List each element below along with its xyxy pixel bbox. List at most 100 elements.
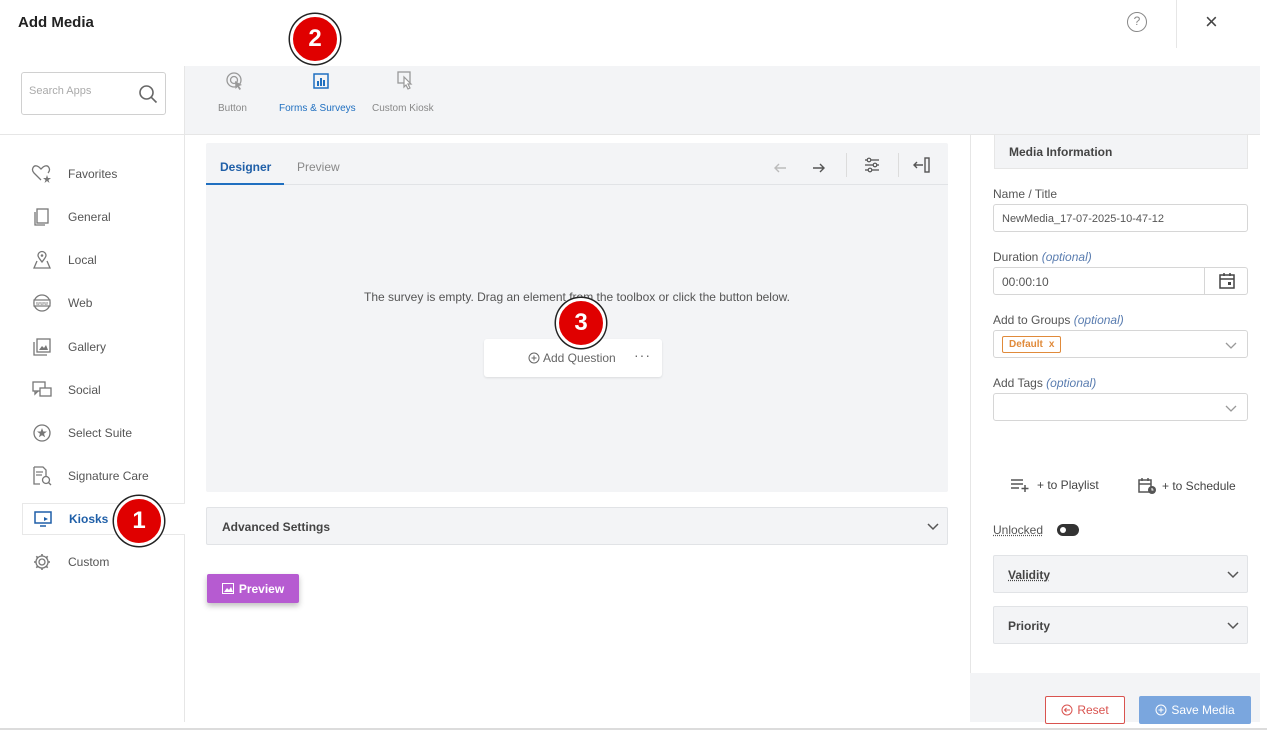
toolbar-separator — [846, 153, 847, 177]
media-information-header: Media Information — [994, 135, 1248, 169]
undo-icon[interactable] — [770, 155, 790, 175]
svg-text:www: www — [36, 301, 48, 307]
document-search-icon — [30, 464, 54, 488]
sidebar-item-label: Custom — [68, 555, 110, 569]
image-icon — [221, 583, 234, 594]
sidebar-item-label: Social — [68, 383, 101, 397]
duration-field[interactable]: 00:00:10 — [993, 267, 1248, 295]
step-marker-3: 3 — [556, 298, 606, 348]
kiosk-touch-icon — [397, 71, 413, 90]
preview-button[interactable]: Preview — [207, 574, 299, 603]
reset-arrow-icon — [1061, 704, 1073, 716]
optional-text: (optional) — [1041, 250, 1092, 264]
chevron-down-icon — [1227, 622, 1239, 630]
plus-circle-icon — [528, 352, 540, 364]
optional-text: (optional) — [1046, 376, 1097, 390]
tool-custom-kiosk[interactable]: Custom Kiosk — [372, 66, 442, 135]
advanced-settings-label: Advanced Settings — [222, 520, 331, 534]
active-tab-indicator — [206, 183, 284, 185]
add-to-schedule-button[interactable]: + to Schedule — [1137, 477, 1236, 495]
chevron-down-icon — [1225, 405, 1237, 412]
sidebar-item-general[interactable]: General — [22, 201, 185, 233]
monitor-icon — [31, 507, 55, 531]
add-question-label: Add Question — [543, 351, 616, 365]
reset-label: Reset — [1077, 703, 1109, 717]
validity-accordion[interactable]: Validity — [993, 555, 1248, 593]
search-input[interactable] — [29, 85, 129, 97]
tool-button[interactable]: Button — [211, 66, 259, 135]
sidebar-item-favorites[interactable]: Favorites — [22, 158, 185, 190]
tool-label: Button — [218, 103, 247, 114]
toolbar-separator — [898, 153, 899, 177]
duration-value: 00:00:10 — [1002, 275, 1049, 289]
media-type-toolbar: Button Forms & Surveys Custom Kiosk — [185, 66, 1260, 135]
bar-chart-icon — [313, 73, 329, 89]
add-to-playlist-label: + to Playlist — [1037, 478, 1099, 492]
calendar-icon — [1219, 273, 1235, 289]
tool-forms-surveys[interactable]: Forms & Surveys — [279, 66, 363, 135]
star-circle-icon — [30, 421, 54, 445]
reset-button[interactable]: Reset — [1045, 696, 1125, 724]
group-tag-remove[interactable]: x — [1049, 339, 1055, 350]
duration-label: Duration (optional) — [993, 250, 1092, 264]
tab-preview[interactable]: Preview — [297, 160, 340, 174]
tags-label-text: Add Tags — [993, 376, 1043, 390]
groups-select[interactable]: Default x — [993, 330, 1248, 358]
sidebar-item-local[interactable]: Local — [22, 244, 185, 276]
groups-label: Add to Groups (optional) — [993, 313, 1124, 327]
playlist-add-icon — [1011, 479, 1029, 492]
name-field[interactable]: NewMedia_17-07-2025-10-47-12 — [993, 204, 1248, 232]
sidebar-item-signature-care[interactable]: Signature Care — [22, 460, 185, 492]
priority-accordion[interactable]: Priority — [993, 606, 1248, 644]
globe-icon: www — [30, 291, 54, 315]
help-icon[interactable]: ? — [1127, 12, 1147, 32]
sidebar-item-social[interactable]: Social — [22, 374, 185, 406]
tab-designer[interactable]: Designer — [220, 160, 271, 174]
toggle-knob — [1060, 527, 1066, 533]
sidebar-item-label: Select Suite — [68, 426, 133, 440]
group-tag-default: Default x — [1002, 336, 1062, 353]
settings-sliders-icon[interactable] — [862, 155, 882, 175]
pointer-click-icon — [226, 72, 242, 90]
chevron-down-icon — [1227, 571, 1239, 579]
name-value: NewMedia_17-07-2025-10-47-12 — [1002, 213, 1165, 225]
close-icon[interactable]: × — [1205, 10, 1218, 34]
search-icon[interactable] — [138, 84, 158, 104]
groups-label-text: Add to Groups — [993, 313, 1071, 327]
add-to-playlist-button[interactable]: + to Playlist — [1009, 477, 1099, 493]
sidebar-item-select-suite[interactable]: Select Suite — [22, 417, 185, 449]
unlocked-toggle[interactable] — [1057, 524, 1079, 536]
sidebar-item-web[interactable]: www Web — [22, 287, 185, 319]
chevron-down-icon — [1225, 342, 1237, 349]
plus-circle-icon — [1155, 704, 1167, 716]
heart-star-icon — [30, 162, 54, 186]
media-information-title: Media Information — [1009, 145, 1113, 159]
header: Add Media ? × — [0, 0, 1267, 48]
sidebar-item-label: Kiosks — [69, 512, 109, 526]
chevron-down-icon — [927, 523, 939, 531]
save-media-button[interactable]: Save Media — [1139, 696, 1251, 724]
footer: Reset Save Media — [970, 673, 1260, 724]
name-label: Name / Title — [993, 187, 1058, 201]
sidebar-item-label: Local — [68, 253, 97, 267]
search-box[interactable] — [21, 72, 166, 115]
advanced-settings-accordion[interactable]: Advanced Settings — [206, 507, 948, 545]
tool-label: Custom Kiosk — [372, 103, 434, 114]
sidebar-item-label: Gallery — [68, 340, 107, 354]
tags-select[interactable] — [993, 393, 1248, 421]
more-options-icon[interactable]: ··· — [634, 347, 651, 363]
collapse-panel-icon[interactable] — [912, 155, 932, 175]
header-divider — [1176, 0, 1177, 48]
sidebar-item-gallery[interactable]: Gallery — [22, 331, 185, 363]
sidebar-divider — [0, 134, 185, 135]
priority-label: Priority — [1008, 619, 1051, 633]
sidebar-item-label: Favorites — [68, 167, 118, 181]
map-pin-icon — [30, 248, 54, 272]
calendar-button[interactable] — [1204, 268, 1248, 295]
sidebar-item-label: General — [68, 210, 111, 224]
sidebar: Favorites General Local www Web Gallery … — [0, 66, 185, 722]
media-information-panel: Media Information Name / Title NewMedia_… — [970, 135, 1260, 722]
sidebar-item-custom[interactable]: Custom — [22, 546, 185, 578]
redo-icon[interactable] — [809, 155, 829, 175]
tool-label: Forms & Surveys — [279, 103, 356, 114]
